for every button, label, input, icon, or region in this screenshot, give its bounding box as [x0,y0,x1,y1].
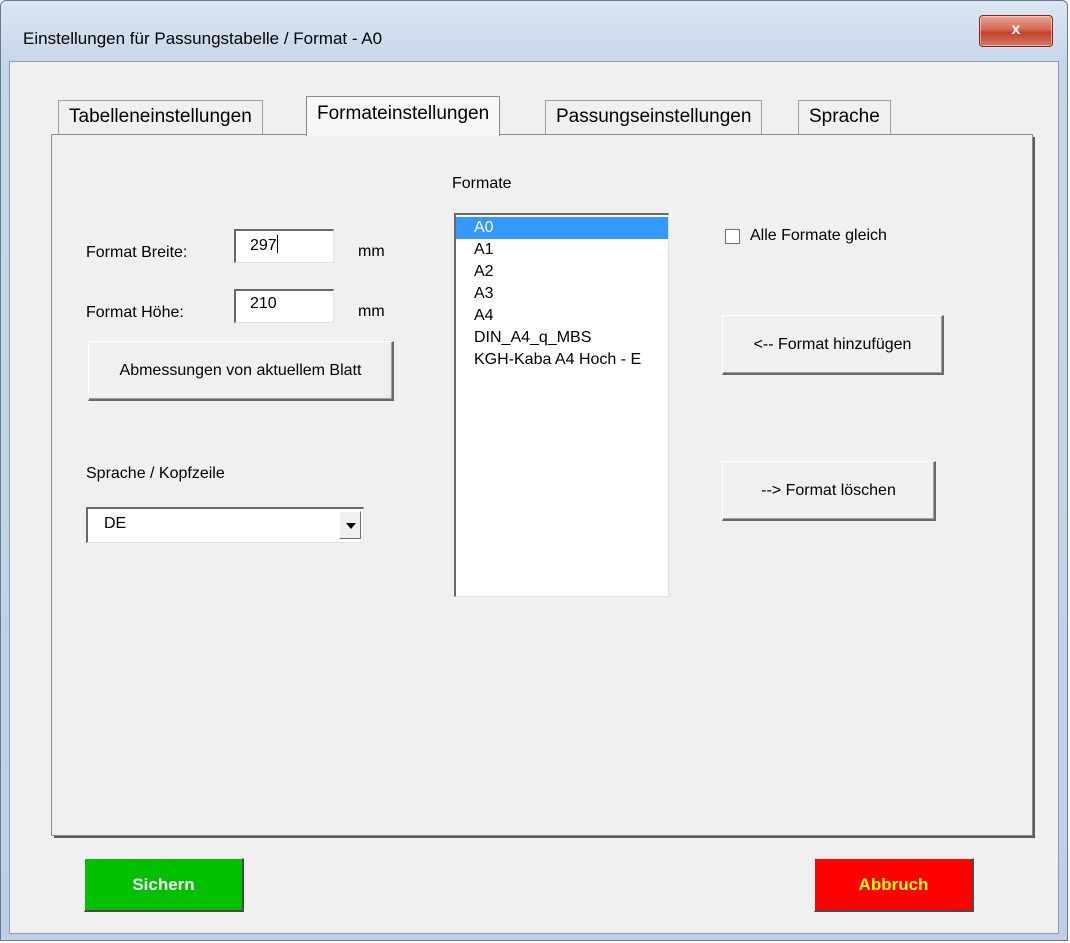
tab-sprache[interactable]: Sprache [798,100,891,134]
format-height-unit: mm [358,303,385,320]
cancel-button[interactable]: Abbruch [814,858,974,912]
tab-tabelleneinstellungen[interactable]: Tabelleneinstellungen [58,100,263,134]
dimensions-from-sheet-label: Abmessungen von aktuellem Blatt [119,361,362,379]
format-height-label: Format Höhe: [86,304,184,321]
language-selected-value: DE [104,515,127,532]
list-item[interactable]: A3 [456,283,668,305]
dialog-window: Einstellungen für Passungstabelle / Form… [0,0,1068,941]
list-item[interactable]: A2 [456,261,668,283]
tab-label: Passungseinstellungen [556,106,752,127]
format-width-unit: mm [358,243,385,260]
list-item[interactable]: A1 [456,239,668,261]
format-width-input[interactable]: 297 [234,229,334,263]
tab-passungseinstellungen[interactable]: Passungseinstellungen [545,100,763,134]
list-item[interactable]: A4 [456,305,668,327]
format-width-label: Format Breite: [86,244,188,261]
list-item[interactable]: KGH-Kaba A4 Hoch - E [456,349,668,371]
list-item[interactable]: DIN_A4_q_MBS [456,327,668,349]
language-label: Sprache / Kopfzeile [86,465,225,482]
tab-panel-formateinstellungen: Formate Format Breite: 297 mm Format Höh… [51,134,1035,838]
format-width-value: 297 [250,237,277,254]
add-format-button[interactable]: <-- Format hinzufügen [722,315,944,375]
save-button[interactable]: Sichern [84,858,244,912]
chevron-down-icon[interactable] [339,511,361,539]
tab-label: Formateinstellungen [317,103,490,124]
text-cursor [276,235,278,253]
formats-listbox[interactable]: A0 A1 A2 A3 A4 DIN_A4_q_MBS KGH-Kaba A4 … [454,213,669,597]
all-formats-equal-label: Alle Formate gleich [750,227,887,244]
delete-format-button[interactable]: --> Format löschen [722,461,936,521]
format-height-input[interactable]: 210 [234,289,334,323]
tab-label: Tabelleneinstellungen [69,106,252,127]
delete-format-label: --> Format löschen [761,481,896,499]
window-title: Einstellungen für Passungstabelle / Form… [23,29,383,48]
tab-formateinstellungen[interactable]: Formateinstellungen [306,96,501,136]
tab-label: Sprache [809,106,880,127]
all-formats-equal-checkbox[interactable] [725,229,740,244]
save-label: Sichern [132,874,195,894]
dialog-client-area: Tabelleneinstellungen Formateinstellunge… [9,61,1059,934]
list-item[interactable]: A0 [456,217,668,239]
cancel-label: Abbruch [858,874,929,894]
language-select[interactable]: DE [86,507,364,543]
title-bar[interactable]: Einstellungen für Passungstabelle / Form… [1,1,1067,61]
format-height-value: 210 [250,295,277,312]
formats-label: Formate [452,175,512,192]
add-format-label: <-- Format hinzufügen [753,335,912,353]
dimensions-from-sheet-button[interactable]: Abmessungen von aktuellem Blatt [88,341,394,401]
close-button[interactable]: x [979,15,1053,47]
close-icon: x [1011,21,1021,38]
